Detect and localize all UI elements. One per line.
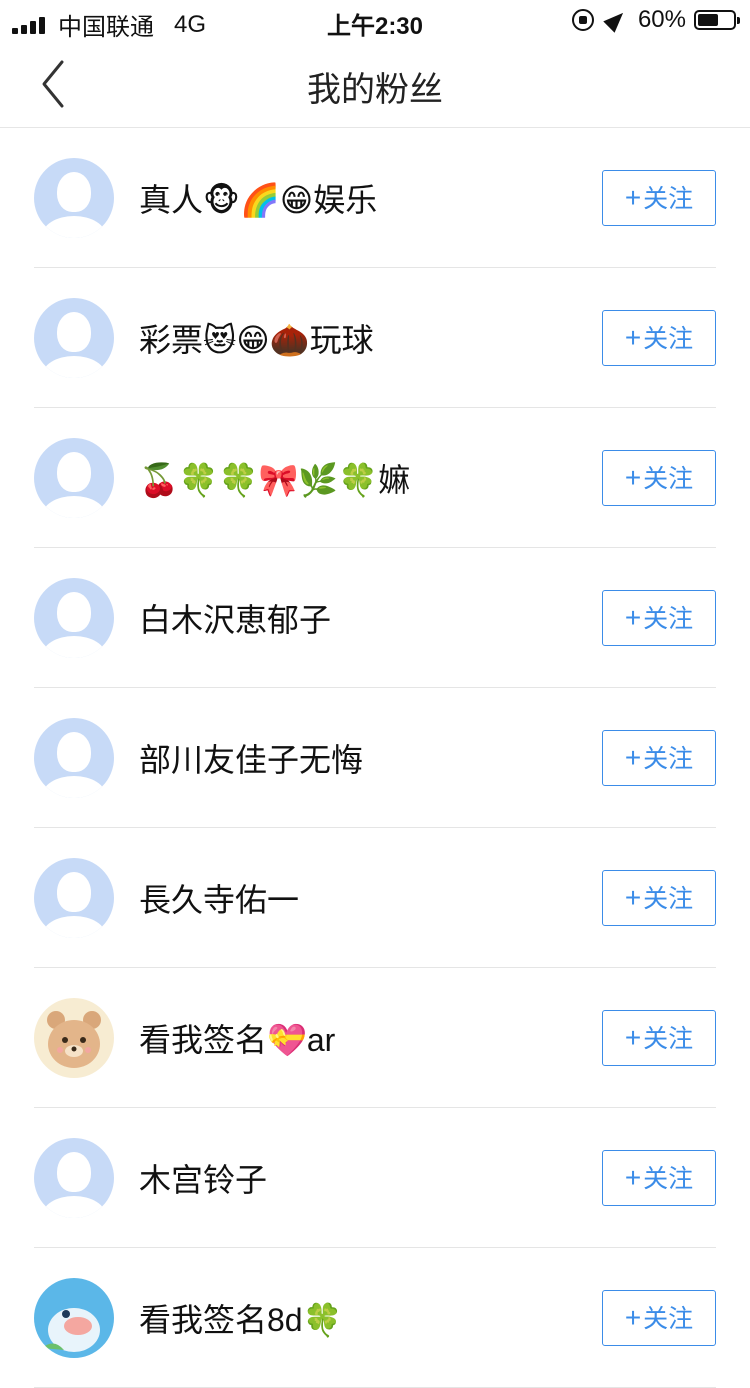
follow-label: 关注: [643, 465, 694, 493]
follow-button[interactable]: +关注: [602, 590, 716, 646]
plus-icon: +: [624, 1302, 642, 1333]
follower-list: 真人🐵🌈😁娱乐 +关注 彩票😻😁🌰玩球 +关注 🍒🍀🍀🎀🌿🍀嫲 +关注 白木沢恵郁子 +关注部…: [0, 128, 750, 1388]
plus-icon: +: [624, 182, 642, 213]
follower-name[interactable]: 部川友佳子无悔: [139, 735, 363, 781]
follower-name[interactable]: 🍒🍀🍀🎀🌿🍀嫲: [139, 455, 410, 501]
avatar-default[interactable]: [34, 438, 114, 518]
avatar-dolphin[interactable]: [34, 1278, 114, 1358]
status-bar: 中国联通 4G 上午2:30 60%: [0, 0, 750, 41]
rotation-lock-icon: [571, 9, 594, 31]
plus-icon: +: [624, 742, 642, 773]
follower-row[interactable]: 看我签名💝ar +关注: [0, 968, 750, 1108]
plus-icon: +: [624, 602, 642, 633]
follow-label: 关注: [643, 185, 694, 213]
follower-name[interactable]: 看我签名💝ar: [139, 1015, 335, 1061]
follow-label: 关注: [643, 325, 694, 353]
page-title: 我的粉丝: [307, 71, 443, 109]
avatar-default[interactable]: [34, 718, 114, 798]
follow-label: 关注: [643, 1025, 694, 1053]
follow-button[interactable]: +关注: [602, 870, 716, 926]
avatar-default[interactable]: [34, 858, 114, 938]
avatar-default[interactable]: [34, 578, 114, 658]
plus-icon: +: [624, 882, 642, 913]
follow-button[interactable]: +关注: [602, 730, 716, 786]
plus-icon: +: [624, 462, 642, 493]
plus-icon: +: [624, 1162, 642, 1193]
plus-icon: +: [624, 1022, 642, 1053]
follower-name[interactable]: 看我签名8d🍀: [139, 1295, 342, 1341]
follower-name[interactable]: 真人🐵🌈😁娱乐: [139, 175, 377, 221]
follower-row[interactable]: 真人🐵🌈😁娱乐 +关注: [0, 128, 750, 268]
location-arrow-icon: [603, 7, 629, 33]
follow-button[interactable]: +关注: [602, 170, 716, 226]
battery-fill: [698, 14, 718, 26]
follower-name[interactable]: 木宫铃子: [139, 1155, 267, 1201]
follower-row[interactable]: 部川友佳子无悔 +关注: [0, 688, 750, 828]
follower-name[interactable]: 白木沢恵郁子: [139, 595, 331, 641]
follower-name[interactable]: 長久寺佑一: [139, 875, 299, 921]
avatar-bear[interactable]: [34, 998, 114, 1078]
follower-row[interactable]: 🍒🍀🍀🎀🌿🍀嫲 +关注: [0, 408, 750, 548]
follower-row[interactable]: 白木沢恵郁子 +关注: [0, 548, 750, 688]
avatar-default[interactable]: [34, 298, 114, 378]
battery-percent: 60%: [637, 6, 686, 33]
plus-icon: +: [624, 322, 642, 353]
follow-label: 关注: [643, 745, 694, 773]
follower-row[interactable]: 看我签名8d🍀 +关注: [0, 1248, 750, 1388]
follower-row[interactable]: 長久寺佑一 +关注: [0, 828, 750, 968]
follow-label: 关注: [643, 1305, 694, 1333]
follow-label: 关注: [643, 605, 694, 633]
follow-label: 关注: [643, 1165, 694, 1193]
follow-button[interactable]: +关注: [602, 1150, 716, 1206]
follower-row[interactable]: 木宫铃子 +关注: [0, 1108, 750, 1248]
avatar-default[interactable]: [34, 158, 114, 238]
battery-icon: [694, 10, 740, 30]
follow-button[interactable]: +关注: [602, 310, 716, 366]
status-right: 60%: [571, 6, 740, 34]
follower-name[interactable]: 彩票😻😁🌰玩球: [139, 315, 374, 361]
follow-button[interactable]: +关注: [602, 450, 716, 506]
follower-row[interactable]: 彩票😻😁🌰玩球 +关注: [0, 268, 750, 408]
avatar-default[interactable]: [34, 1138, 114, 1218]
follow-button[interactable]: +关注: [602, 1010, 716, 1066]
follow-label: 关注: [643, 885, 694, 913]
follow-button[interactable]: +关注: [602, 1290, 716, 1346]
navigation-bar: 我的粉丝: [0, 40, 750, 128]
